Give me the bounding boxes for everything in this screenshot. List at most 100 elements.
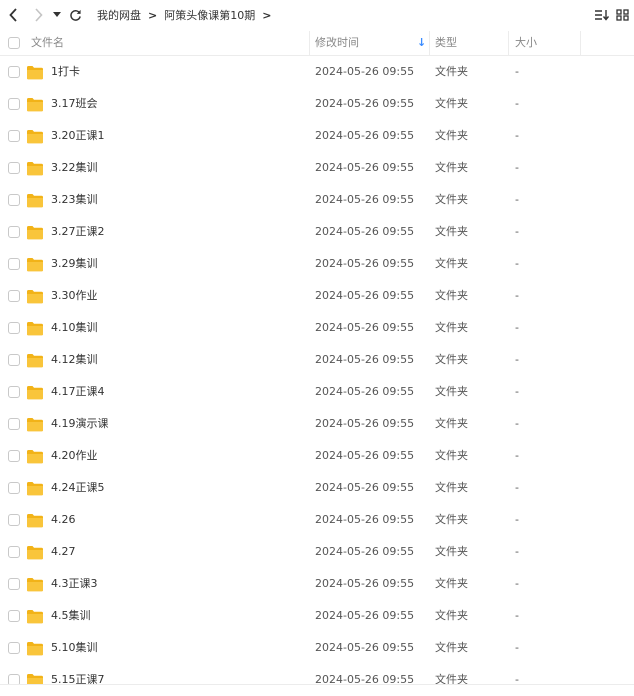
file-row[interactable]: 4.10集训 2024-05-26 09:55 文件夹 - xyxy=(0,312,634,344)
row-checkbox[interactable] xyxy=(8,482,20,494)
file-name[interactable]: 5.15正课7 xyxy=(51,664,105,696)
column-divider[interactable] xyxy=(508,31,509,55)
file-row[interactable]: 4.5集训 2024-05-26 09:55 文件夹 - xyxy=(0,600,634,632)
breadcrumb-separator[interactable]: > xyxy=(262,9,271,22)
file-type: 文件夹 xyxy=(435,385,468,398)
file-row[interactable]: 4.27 2024-05-26 09:55 文件夹 - xyxy=(0,536,634,568)
column-divider[interactable] xyxy=(309,31,310,55)
sort-button[interactable] xyxy=(594,4,610,26)
folder-icon xyxy=(27,322,43,336)
row-checkbox[interactable] xyxy=(8,514,20,526)
file-name[interactable]: 4.24正课5 xyxy=(51,472,105,504)
refresh-button[interactable] xyxy=(66,4,84,26)
file-row[interactable]: 5.10集训 2024-05-26 09:55 文件夹 - xyxy=(0,632,634,664)
file-name[interactable]: 4.12集训 xyxy=(51,344,98,376)
column-header-size[interactable]: 大小 xyxy=(515,31,537,55)
breadcrumb-item-root[interactable]: 我的网盘 xyxy=(97,7,141,23)
file-row[interactable]: 4.20作业 2024-05-26 09:55 文件夹 - xyxy=(0,440,634,472)
row-checkbox[interactable] xyxy=(8,546,20,558)
file-type: 文件夹 xyxy=(435,257,468,270)
file-modified-time: 2024-05-26 09:55 xyxy=(315,417,415,430)
column-divider[interactable] xyxy=(580,31,581,55)
row-checkbox[interactable] xyxy=(8,642,20,654)
toolbar: 我的网盘 > 阿策头像课第10期 > xyxy=(0,0,634,31)
file-row[interactable]: 3.29集训 2024-05-26 09:55 文件夹 - xyxy=(0,248,634,280)
history-dropdown-button[interactable] xyxy=(50,4,64,26)
file-name[interactable]: 3.30作业 xyxy=(51,280,98,312)
back-button[interactable] xyxy=(4,4,24,26)
file-name[interactable]: 4.3正课3 xyxy=(51,568,98,600)
file-name[interactable]: 4.27 xyxy=(51,536,76,568)
row-checkbox[interactable] xyxy=(8,610,20,622)
file-name[interactable]: 3.27正课2 xyxy=(51,216,105,248)
file-size: - xyxy=(515,641,519,654)
file-modified-time: 2024-05-26 09:55 xyxy=(315,481,415,494)
file-size: - xyxy=(515,129,519,142)
file-row[interactable]: 4.26 2024-05-26 09:55 文件夹 - xyxy=(0,504,634,536)
file-row[interactable]: 4.17正课4 2024-05-26 09:55 文件夹 - xyxy=(0,376,634,408)
file-row[interactable]: 3.30作业 2024-05-26 09:55 文件夹 - xyxy=(0,280,634,312)
row-checkbox[interactable] xyxy=(8,450,20,462)
row-checkbox[interactable] xyxy=(8,194,20,206)
breadcrumb-item-current[interactable]: 阿策头像课第10期 xyxy=(164,7,255,23)
file-row[interactable]: 3.23集训 2024-05-26 09:55 文件夹 - xyxy=(0,184,634,216)
file-row[interactable]: 4.19演示课 2024-05-26 09:55 文件夹 - xyxy=(0,408,634,440)
file-name[interactable]: 4.19演示课 xyxy=(51,408,109,440)
file-size: - xyxy=(515,225,519,238)
file-row[interactable]: 4.24正课5 2024-05-26 09:55 文件夹 - xyxy=(0,472,634,504)
file-name[interactable]: 3.22集训 xyxy=(51,152,98,184)
file-modified-time: 2024-05-26 09:55 xyxy=(315,513,415,526)
row-checkbox[interactable] xyxy=(8,578,20,590)
folder-icon xyxy=(27,98,43,112)
row-checkbox[interactable] xyxy=(8,162,20,174)
file-row[interactable]: 4.12集训 2024-05-26 09:55 文件夹 - xyxy=(0,344,634,376)
file-name[interactable]: 4.26 xyxy=(51,504,76,536)
row-checkbox[interactable] xyxy=(8,290,20,302)
row-checkbox[interactable] xyxy=(8,258,20,270)
column-header-type[interactable]: 类型 xyxy=(435,31,457,55)
row-checkbox[interactable] xyxy=(8,418,20,430)
file-row[interactable]: 3.22集训 2024-05-26 09:55 文件夹 - xyxy=(0,152,634,184)
file-name[interactable]: 3.29集训 xyxy=(51,248,98,280)
column-header-name[interactable]: 文件名 xyxy=(31,31,64,55)
row-checkbox[interactable] xyxy=(8,66,20,78)
file-modified-time: 2024-05-26 09:55 xyxy=(315,65,415,78)
row-checkbox[interactable] xyxy=(8,98,20,110)
view-toggle-button[interactable] xyxy=(616,4,634,26)
row-checkbox[interactable] xyxy=(8,226,20,238)
file-type: 文件夹 xyxy=(435,193,468,206)
file-modified-time: 2024-05-26 09:55 xyxy=(315,289,415,302)
file-name[interactable]: 5.10集训 xyxy=(51,632,98,664)
file-list-header: 文件名 修改时间 ↓ 类型 大小 xyxy=(0,31,634,56)
row-checkbox[interactable] xyxy=(8,130,20,142)
row-checkbox[interactable] xyxy=(8,322,20,334)
file-row[interactable]: 3.17班会 2024-05-26 09:55 文件夹 - xyxy=(0,88,634,120)
file-row[interactable]: 5.15正课7 2024-05-26 09:55 文件夹 - xyxy=(0,664,634,696)
file-name[interactable]: 1打卡 xyxy=(51,56,80,88)
file-name[interactable]: 3.17班会 xyxy=(51,88,98,120)
folder-icon xyxy=(27,578,43,592)
file-name[interactable]: 4.5集训 xyxy=(51,600,91,632)
file-modified-time: 2024-05-26 09:55 xyxy=(315,193,415,206)
file-row[interactable]: 3.20正课1 2024-05-26 09:55 文件夹 - xyxy=(0,120,634,152)
file-size: - xyxy=(515,97,519,110)
file-name[interactable]: 3.23集训 xyxy=(51,184,98,216)
file-name[interactable]: 3.20正课1 xyxy=(51,120,105,152)
file-row[interactable]: 4.3正课3 2024-05-26 09:55 文件夹 - xyxy=(0,568,634,600)
row-checkbox[interactable] xyxy=(8,386,20,398)
file-name[interactable]: 4.10集训 xyxy=(51,312,98,344)
file-name[interactable]: 4.20作业 xyxy=(51,440,98,472)
row-checkbox[interactable] xyxy=(8,354,20,366)
refresh-icon xyxy=(69,9,81,21)
file-type: 文件夹 xyxy=(435,161,468,174)
file-modified-time: 2024-05-26 09:55 xyxy=(315,161,415,174)
forward-button[interactable] xyxy=(28,4,48,26)
file-row[interactable]: 1打卡 2024-05-26 09:55 文件夹 - xyxy=(0,56,634,88)
select-all-checkbox[interactable] xyxy=(8,37,20,49)
file-name[interactable]: 4.17正课4 xyxy=(51,376,105,408)
file-type: 文件夹 xyxy=(435,449,468,462)
file-type: 文件夹 xyxy=(435,609,468,622)
column-divider[interactable] xyxy=(429,31,430,55)
file-row[interactable]: 3.27正课2 2024-05-26 09:55 文件夹 - xyxy=(0,216,634,248)
column-header-modified[interactable]: 修改时间 xyxy=(315,31,359,55)
